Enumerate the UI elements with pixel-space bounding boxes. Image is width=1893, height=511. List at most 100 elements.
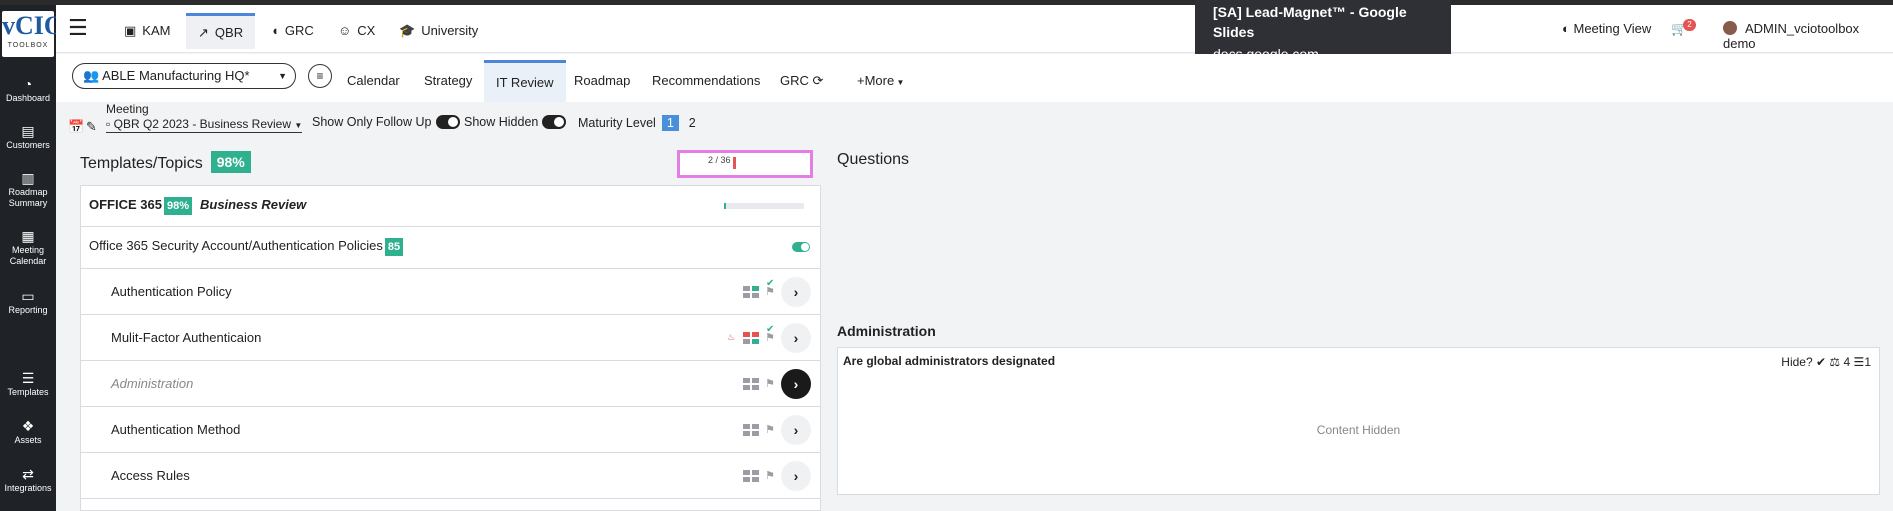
toggle-switch bbox=[435, 115, 460, 129]
list-item[interactable]: Administration ⚑ › bbox=[80, 361, 821, 407]
questions-title: Questions bbox=[837, 151, 910, 168]
item-label: Access Rules bbox=[111, 468, 190, 483]
tab-cx[interactable]: ☺ CX bbox=[326, 13, 387, 49]
grid-icon bbox=[743, 286, 759, 298]
flag-icon[interactable]: ⚑ bbox=[765, 285, 775, 298]
flag-icon[interactable]: ⚑ bbox=[765, 331, 775, 344]
sidebar-item-assets[interactable]: ❖ Assets bbox=[0, 417, 56, 446]
office-title: OFFICE 365 bbox=[89, 197, 162, 212]
pencil-icon[interactable]: ✎ bbox=[86, 119, 97, 135]
item-label: Mulit-Factor Authenticaion bbox=[111, 330, 262, 345]
notifications-button[interactable]: 🛒2 bbox=[1671, 19, 1700, 37]
meeting-label: Meeting bbox=[106, 102, 149, 116]
users-icon: 👥 bbox=[83, 68, 100, 83]
office-subtitle: Business Review bbox=[200, 197, 307, 212]
templates-label: Templates/Topics bbox=[80, 155, 203, 172]
tab-label: QBR bbox=[214, 25, 244, 40]
grid-icon bbox=[743, 332, 759, 344]
graduation-cap-icon: 🎓 bbox=[399, 23, 416, 38]
content-hidden-text: Content Hidden bbox=[1316, 423, 1401, 437]
meeting-select[interactable]: ▫ QBR Q2 2023 - Business Review ▼ bbox=[106, 117, 303, 133]
list-item[interactable] bbox=[80, 499, 821, 511]
sidebar-item-roadmap-summary[interactable]: ▥ Roadmap Summary bbox=[0, 169, 56, 209]
sidebar: vCIO TOOLBOX ◔ Dashboard ▤ Customers ▥ R… bbox=[0, 5, 65, 511]
chevron-right-icon[interactable]: › bbox=[781, 461, 811, 491]
warning-icon: ♨ bbox=[727, 332, 736, 342]
maturity-level: Maturity Level 1 2 bbox=[578, 115, 696, 131]
filter-button[interactable]: ≡ bbox=[308, 64, 332, 88]
progress-bar bbox=[733, 157, 736, 169]
calendar-add-icon[interactable]: 📅 bbox=[68, 119, 84, 135]
user-menu[interactable]: ADMIN_vciotoolbox demo bbox=[1723, 21, 1893, 51]
flag-icon[interactable]: ⚑ bbox=[765, 423, 775, 436]
meeting-value: QBR Q2 2023 - Business Review bbox=[113, 117, 292, 131]
tab-university[interactable]: 🎓 University bbox=[387, 13, 490, 49]
tab-grc[interactable]: ◖ GRC bbox=[259, 13, 326, 49]
office-365-card[interactable]: OFFICE 365 98% Business Review bbox=[80, 185, 821, 227]
layers-icon: ☰ bbox=[21, 370, 35, 386]
tab-label: GRC bbox=[284, 23, 314, 38]
list-item[interactable]: Access Rules ⚑ › bbox=[80, 453, 821, 499]
flag-icon[interactable]: ⚑ bbox=[765, 469, 775, 482]
tab-recommendations[interactable]: Recommendations bbox=[640, 60, 772, 102]
filter-icon: ≡ bbox=[316, 69, 324, 83]
list-item[interactable]: Authentication Policy ✔ ⚑ › bbox=[80, 269, 821, 315]
office-progress-bar bbox=[724, 203, 804, 209]
logo[interactable]: vCIO TOOLBOX bbox=[2, 11, 65, 57]
check-circle-icon[interactable]: ✔ bbox=[1816, 355, 1826, 369]
tab-calendar[interactable]: Calendar bbox=[335, 60, 412, 102]
logo-text: vCIO bbox=[2, 11, 65, 40]
count-value: 1 bbox=[1864, 355, 1871, 369]
list-item[interactable]: Authentication Method ⚑ › bbox=[80, 407, 821, 453]
question-actions: Hide? ✔ ⚖ 4 ☰1 bbox=[1781, 355, 1871, 369]
more-menu[interactable]: +More ▼ bbox=[845, 60, 916, 102]
maturity-level-1[interactable]: 1 bbox=[661, 115, 679, 131]
sidebar-item-integrations[interactable]: ⇄ Integrations bbox=[0, 465, 56, 494]
kam-icon: ▣ bbox=[124, 23, 137, 38]
chevron-right-icon[interactable]: › bbox=[781, 277, 811, 307]
caret-down-icon: ▼ bbox=[278, 71, 287, 81]
report-icon: ▭ bbox=[21, 288, 35, 304]
logo-subtext: TOOLBOX bbox=[7, 42, 49, 49]
customer-select[interactable]: 👥 ABLE Manufacturing HQ* ▼ bbox=[72, 63, 296, 89]
progress-text: 2 / 36 bbox=[708, 155, 731, 165]
policy-card[interactable]: Office 365 Security Account/Authenticati… bbox=[80, 227, 821, 269]
sidebar-item-meeting-calendar[interactable]: ▦ Meeting Calendar bbox=[0, 227, 56, 267]
sidebar-item-templates[interactable]: ☰ Templates bbox=[0, 369, 56, 398]
sidebar-item-reporting[interactable]: ▭ Reporting bbox=[0, 287, 56, 316]
sidebar-item-dashboard[interactable]: ◔ Dashboard bbox=[0, 75, 56, 104]
user-name: ADMIN_vciotoolbox demo bbox=[1723, 21, 1860, 51]
office-percent-badge: 98% bbox=[163, 197, 192, 215]
tab-kam[interactable]: ▣ KAM bbox=[112, 13, 182, 49]
list-item[interactable]: Mulit-Factor Authenticaion ♨ ✔ ⚑ › bbox=[80, 315, 821, 361]
tab-it-review[interactable]: IT Review bbox=[484, 60, 566, 102]
calendar-icon: ▫ bbox=[106, 117, 111, 131]
tab-roadmap[interactable]: Roadmap bbox=[562, 60, 642, 102]
policy-title: Office 365 Security Account/Authenticati… bbox=[89, 238, 383, 253]
chevron-right-icon[interactable]: › bbox=[781, 369, 811, 399]
hide-label: Hide? bbox=[1781, 355, 1813, 369]
tab-strategy[interactable]: Strategy bbox=[412, 60, 484, 102]
policy-toggle[interactable] bbox=[792, 242, 810, 252]
avatar bbox=[1723, 21, 1737, 35]
policy-score-badge: 85 bbox=[384, 238, 404, 256]
flag-icon[interactable]: ⚑ bbox=[765, 377, 775, 390]
chevron-right-icon[interactable]: › bbox=[781, 415, 811, 445]
maturity-level-2[interactable]: 2 bbox=[689, 116, 696, 130]
tooltip-title: [SA] Lead-Magnet™ - Google Slides bbox=[1213, 4, 1407, 40]
sub-nav: 👥 ABLE Manufacturing HQ* ▼ ≡ Calendar St… bbox=[56, 54, 1893, 102]
tab-grc-sync[interactable]: GRC ⟳ bbox=[768, 60, 835, 102]
hamburger-menu-icon[interactable]: ☰ bbox=[68, 17, 88, 39]
meeting-view-toggle[interactable]: ◐ Meeting View bbox=[1562, 21, 1651, 36]
chart-line-icon: ↗ bbox=[198, 25, 209, 40]
follow-up-toggle[interactable]: Show Only Follow Up bbox=[312, 115, 460, 129]
templates-title: Templates/Topics 98% bbox=[80, 151, 251, 173]
sidebar-item-label: Templates bbox=[7, 387, 49, 397]
chevron-right-icon[interactable]: › bbox=[781, 323, 811, 353]
tab-qbr[interactable]: ↗ QBR bbox=[186, 13, 256, 49]
show-hidden-toggle[interactable]: Show Hidden bbox=[464, 115, 567, 129]
follow-up-label: Show Only Follow Up bbox=[312, 115, 432, 129]
sync-icon: ⟳ bbox=[812, 73, 824, 88]
sidebar-item-customers[interactable]: ▤ Customers bbox=[0, 122, 56, 151]
gauge-icon: ◔ bbox=[23, 76, 33, 92]
